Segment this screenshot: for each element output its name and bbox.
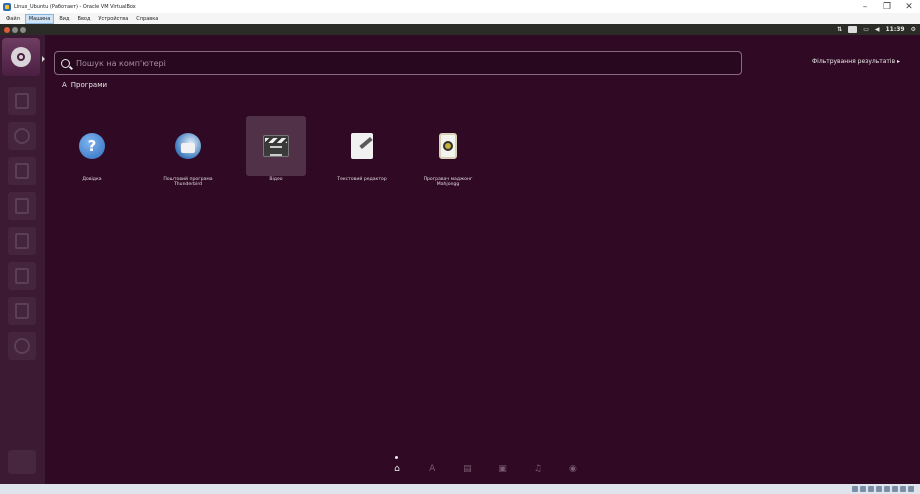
lens-bar: ⌂ A ▤ ▣ ♫ ◉ <box>390 456 580 477</box>
close-button[interactable]: ✕ <box>898 0 920 13</box>
usb-status-icon[interactable] <box>868 486 874 492</box>
launcher-amazon-icon[interactable] <box>8 297 36 325</box>
dash-minimize-button[interactable] <box>12 26 18 33</box>
photos-lens-icon[interactable]: ◉ <box>566 462 580 476</box>
help-icon: ? <box>79 133 105 159</box>
window-buttons <box>4 26 26 33</box>
launcher-files-icon[interactable] <box>8 87 36 115</box>
thunderbird-icon <box>175 133 201 159</box>
menu-devices[interactable]: Устройства <box>95 15 131 23</box>
virtualbox-icon <box>3 2 11 11</box>
videos-icon <box>263 135 289 157</box>
app-tile-mahjongg[interactable]: Програвач маджонг Mahjongg <box>414 116 482 196</box>
ubuntu-logo-icon <box>11 47 31 67</box>
sound-indicator-icon[interactable]: ◀ <box>875 26 880 33</box>
category-header[interactable]: A Програми <box>62 81 107 89</box>
app-label: Текстовий редактор <box>337 177 387 182</box>
menu-file[interactable]: Файл <box>3 15 23 23</box>
app-tile-thunderbird[interactable]: Поштовий програма Thunderbird <box>154 116 222 196</box>
keyboard-status-icon[interactable] <box>908 486 914 492</box>
launcher-calc-icon[interactable] <box>8 192 36 220</box>
music-lens-icon[interactable]: ♫ <box>531 462 545 476</box>
text-editor-icon <box>351 133 373 159</box>
guest-screen: ⇅ ▭ ◀ 11:39 ⚙ Фільтрування результатів ▸… <box>0 24 920 484</box>
mail-indicator-icon[interactable] <box>848 26 858 33</box>
search-input[interactable] <box>76 58 741 68</box>
app-tile-help[interactable]: ? Довідка <box>58 116 126 196</box>
window-title: Linux_Ubuntu (Работает) - Oracle VM Virt… <box>14 3 136 10</box>
launcher-software-center-icon[interactable] <box>8 262 36 290</box>
launcher-impress-icon[interactable] <box>8 227 36 255</box>
maximize-button[interactable]: ❐ <box>876 0 898 13</box>
launcher-writer-icon[interactable] <box>8 157 36 185</box>
shared-folder-status-icon[interactable] <box>884 486 890 492</box>
applications-category-icon: A <box>62 81 67 89</box>
battery-indicator-icon[interactable]: ▭ <box>863 26 869 33</box>
capture-status-icon[interactable] <box>900 486 906 492</box>
host-menubar: Файл Машина Вид Ввод Устройства Справка <box>0 13 920 24</box>
filter-results-toggle[interactable]: Фільтрування результатів ▸ <box>812 58 900 65</box>
menu-help[interactable]: Справка <box>133 15 161 23</box>
menu-machine[interactable]: Машина <box>24 13 55 24</box>
launcher <box>0 35 45 484</box>
clock[interactable]: 11:39 <box>886 26 905 33</box>
search-icon <box>61 58 70 68</box>
host-status-tray <box>852 486 914 492</box>
minimize-button[interactable]: – <box>854 0 876 13</box>
home-lens-icon[interactable]: ⌂ <box>390 456 404 476</box>
keyboard-indicator-icon[interactable]: ⇅ <box>837 26 842 33</box>
indicator-area: ⇅ ▭ ◀ 11:39 ⚙ <box>837 26 920 33</box>
launcher-firefox-icon[interactable] <box>8 122 36 150</box>
display-status-icon[interactable] <box>892 486 898 492</box>
launcher-trash-icon[interactable] <box>8 450 36 474</box>
dash-home-button[interactable] <box>2 38 40 76</box>
app-label: Відео <box>269 177 283 182</box>
menu-view[interactable]: Вид <box>56 15 72 23</box>
menu-input[interactable]: Ввод <box>75 15 94 23</box>
app-label: Програвач маджонг Mahjongg <box>423 177 473 187</box>
network-status-icon[interactable] <box>876 486 882 492</box>
host-titlebar: Linux_Ubuntu (Работает) - Oracle VM Virt… <box>0 0 920 13</box>
dash-maximize-button[interactable] <box>20 26 26 33</box>
app-tile-videos[interactable]: Відео <box>242 116 310 196</box>
app-label: Довідка <box>82 177 102 182</box>
app-tile-text-editor[interactable]: Текстовий редактор <box>328 116 396 196</box>
launcher-settings-icon[interactable] <box>8 332 36 360</box>
applications-lens-icon[interactable]: A <box>425 462 439 476</box>
dash-search-box[interactable] <box>54 51 742 75</box>
files-lens-icon[interactable]: ▤ <box>460 462 474 476</box>
top-panel: ⇅ ▭ ◀ 11:39 ⚙ <box>0 24 920 35</box>
launcher-active-pip <box>42 56 45 62</box>
app-label: Поштовий програма Thunderbird <box>163 177 213 187</box>
mahjongg-icon <box>439 133 457 159</box>
session-gear-icon[interactable]: ⚙ <box>911 26 916 33</box>
dash-close-button[interactable] <box>4 26 10 33</box>
hdd-status-icon[interactable] <box>852 486 858 492</box>
host-statusbar <box>0 484 920 494</box>
category-label: Програми <box>70 81 108 89</box>
video-lens-icon[interactable]: ▣ <box>496 462 510 476</box>
optical-status-icon[interactable] <box>860 486 866 492</box>
